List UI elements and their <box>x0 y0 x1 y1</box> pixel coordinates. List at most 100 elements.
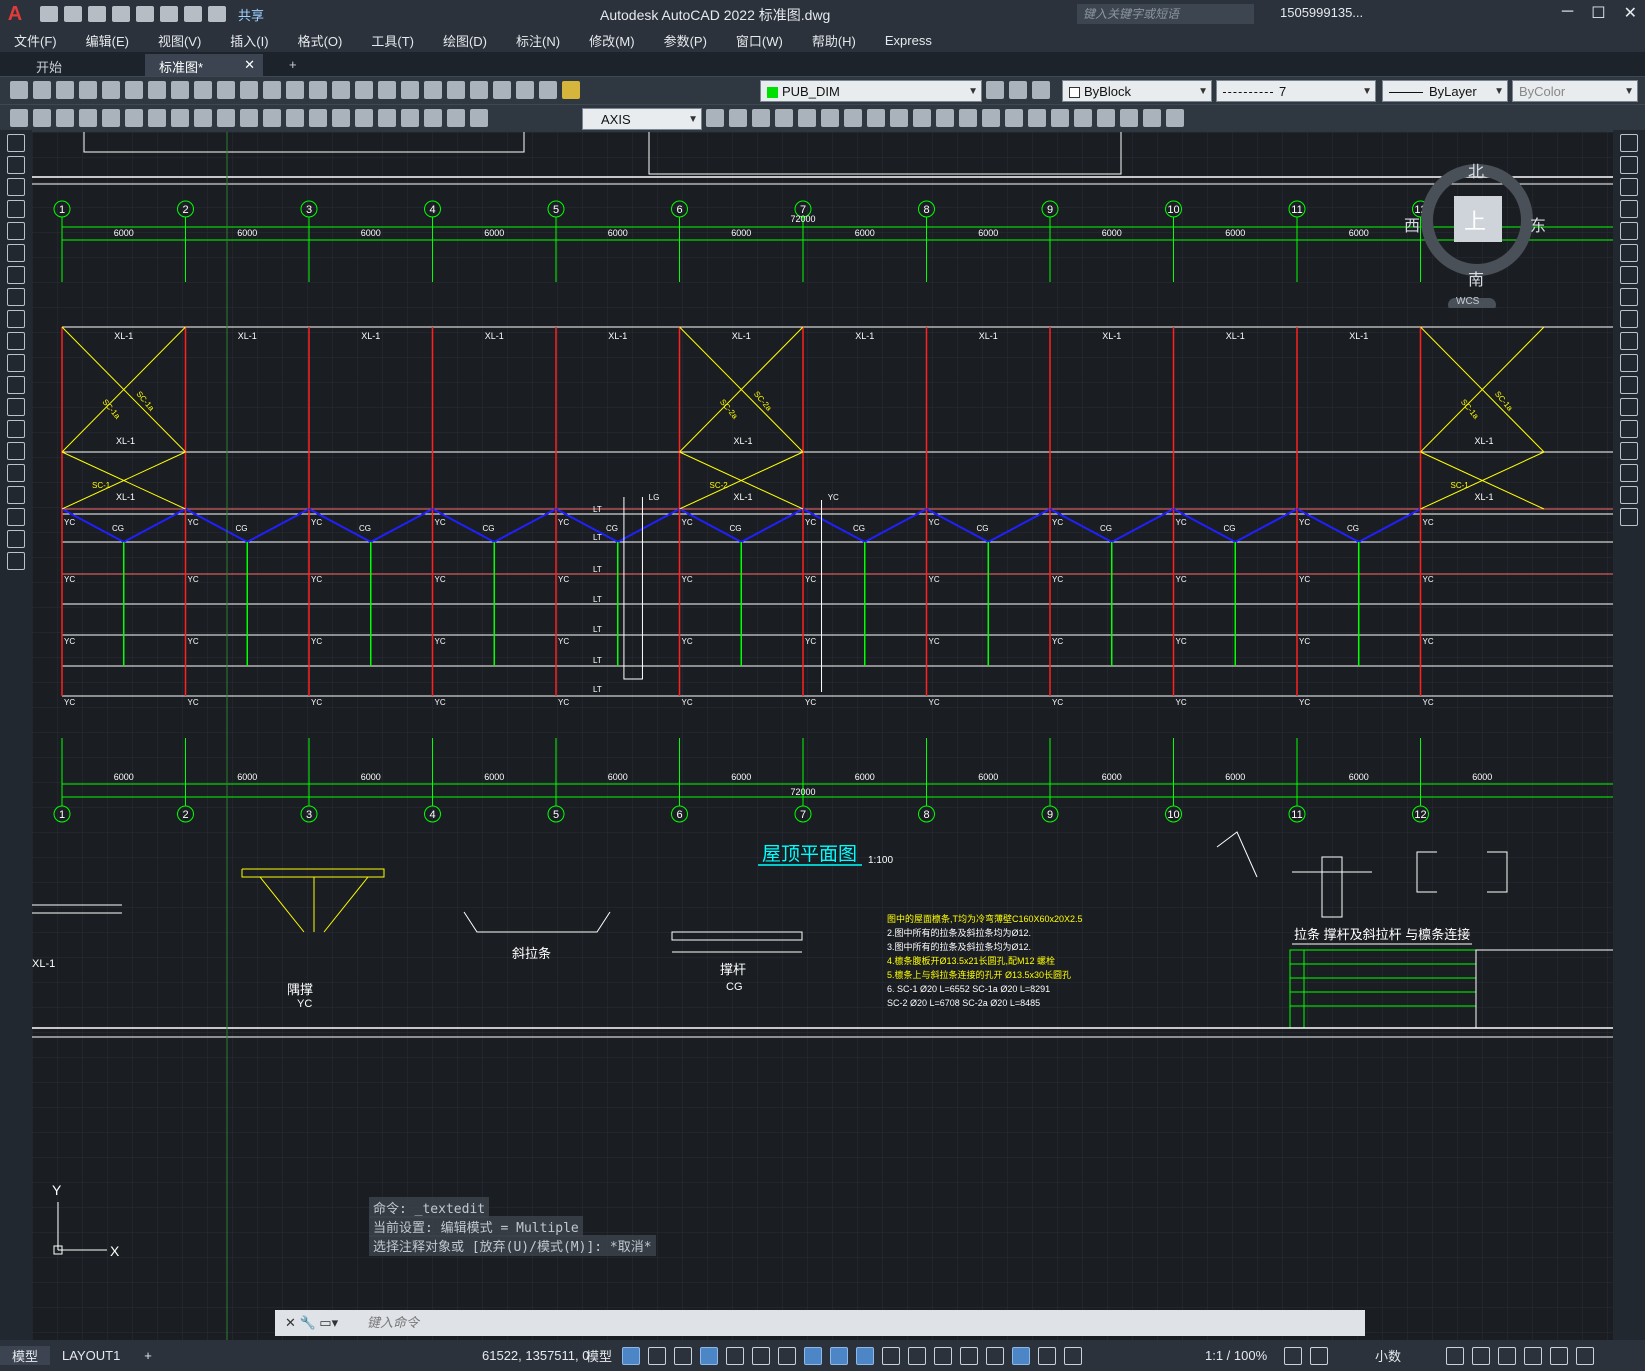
preview-icon[interactable] <box>102 81 120 99</box>
tab-layout1[interactable]: LAYOUT1 <box>50 1348 132 1363</box>
draworder-icon[interactable] <box>10 109 28 127</box>
viewcube-south[interactable]: 南 <box>1468 266 1484 290</box>
markup-icon[interactable] <box>493 81 511 99</box>
graphics-performance-icon[interactable] <box>1524 1346 1542 1365</box>
make-block-icon[interactable] <box>7 398 25 416</box>
menu-file[interactable]: 文件(F) <box>14 31 57 50</box>
group-icon[interactable] <box>33 109 51 127</box>
rotate-icon[interactable] <box>1620 266 1638 284</box>
viewcube-east[interactable]: 东 <box>1530 212 1546 236</box>
menu-draw[interactable]: 绘图(D) <box>443 31 487 50</box>
ungroup-icon[interactable] <box>56 109 74 127</box>
menu-edit[interactable]: 编辑(E) <box>86 31 129 50</box>
units-dropdown[interactable]: 小数 <box>1375 1346 1401 1365</box>
lineweight-dropdown[interactable]: ByLayer ▼ <box>1382 80 1508 102</box>
design-center-icon[interactable] <box>424 81 442 99</box>
erase-icon[interactable] <box>1620 134 1638 152</box>
tab-start[interactable]: 开始 <box>22 54 76 76</box>
table-icon[interactable] <box>7 508 25 526</box>
dynamic-ucs-icon[interactable] <box>934 1346 952 1365</box>
search-input[interactable]: 键入关键字或短语 <box>1077 4 1254 24</box>
command-line[interactable]: ✕ 🔧 ▭▾ 键入命令 <box>275 1310 1365 1336</box>
user-account[interactable]: 1505999135... <box>1280 5 1363 20</box>
snap-icon[interactable] <box>648 1346 666 1365</box>
ellipse-icon[interactable] <box>7 332 25 350</box>
make-current-icon[interactable] <box>1009 81 1027 99</box>
explode-icon[interactable] <box>1620 508 1638 526</box>
new-icon[interactable] <box>40 6 58 22</box>
drawing-svg[interactable]: 1 6000 2 6000 3 6000 4 6000 5 6000 6 6000 7 6000 8 6000… <box>32 132 1613 1340</box>
otrack-icon[interactable] <box>778 1346 796 1365</box>
isolate-objects-icon[interactable] <box>1498 1346 1516 1365</box>
modify-13-icon[interactable] <box>1005 109 1023 127</box>
selection-cycling-icon[interactable] <box>882 1346 900 1365</box>
viewcube-north[interactable]: 北 <box>1468 158 1484 182</box>
menu-window[interactable]: 窗口(W) <box>736 31 783 50</box>
modify-8-icon[interactable] <box>890 109 908 127</box>
open-icon[interactable] <box>33 81 51 99</box>
add-selected-icon[interactable] <box>7 552 25 570</box>
annotation-scale[interactable]: 1:1 / 100% <box>1205 1348 1267 1363</box>
plotstyle-dropdown[interactable]: ByColor ▼ <box>1512 80 1638 102</box>
menu-insert[interactable]: 插入(I) <box>230 31 268 50</box>
angular-dim-icon[interactable] <box>240 109 258 127</box>
new-tab-icon[interactable]: + <box>275 54 311 76</box>
break-point-icon[interactable] <box>1620 376 1638 394</box>
modify-18-icon[interactable] <box>1120 109 1138 127</box>
modify-17-icon[interactable] <box>1097 109 1115 127</box>
stretch-icon[interactable] <box>1620 310 1638 328</box>
scale-icon[interactable] <box>1620 288 1638 306</box>
tool-palettes-icon[interactable] <box>447 81 465 99</box>
lock-ui-icon[interactable] <box>1472 1346 1490 1365</box>
modify-19-icon[interactable] <box>1143 109 1161 127</box>
web-mobile-icon[interactable] <box>136 6 154 22</box>
modify-10-icon[interactable] <box>936 109 954 127</box>
save-as-icon[interactable] <box>112 6 130 22</box>
modify-7-icon[interactable] <box>867 109 885 127</box>
modify-16-icon[interactable] <box>1074 109 1092 127</box>
open-icon[interactable] <box>64 6 82 22</box>
menu-parametric[interactable]: 参数(P) <box>664 31 707 50</box>
radius-dim-icon[interactable] <box>171 109 189 127</box>
aligned-dim-icon[interactable] <box>102 109 120 127</box>
dim-style-manager-icon[interactable] <box>706 109 724 127</box>
menu-express[interactable]: Express <box>885 33 932 48</box>
menu-view[interactable]: 视图(V) <box>158 31 201 50</box>
transparency-icon[interactable] <box>856 1346 874 1365</box>
lineweight-icon[interactable] <box>830 1346 848 1365</box>
tolerance-icon[interactable] <box>355 109 373 127</box>
continue-icon[interactable] <box>309 109 327 127</box>
save-icon[interactable] <box>88 6 106 22</box>
viewcube-west[interactable]: 西 <box>1404 212 1420 236</box>
match-properties-icon[interactable] <box>217 81 235 99</box>
grid-icon[interactable] <box>622 1346 640 1365</box>
tab-close-icon[interactable]: ✕ <box>244 57 255 73</box>
linetype-dropdown[interactable]: 7 ▼ <box>1216 80 1376 102</box>
dim-space-icon[interactable] <box>332 109 350 127</box>
modify-9-icon[interactable] <box>913 109 931 127</box>
color-dropdown[interactable]: ByBlock ▼ <box>1062 80 1212 102</box>
offset-icon[interactable] <box>1620 200 1638 218</box>
add-layout-icon[interactable]: + <box>132 1348 164 1363</box>
rectangle-icon[interactable] <box>7 222 25 240</box>
hatch-icon[interactable] <box>7 442 25 460</box>
undo-icon[interactable] <box>263 81 281 99</box>
ellipse-arc-icon[interactable] <box>7 354 25 372</box>
zoom-realtime-icon[interactable] <box>332 81 350 99</box>
baseline-icon[interactable] <box>286 109 304 127</box>
modify-4-icon[interactable] <box>798 109 816 127</box>
break-icon[interactable] <box>1620 398 1638 416</box>
annotation-scale-icon[interactable] <box>1064 1346 1082 1365</box>
modify-20-icon[interactable] <box>1166 109 1184 127</box>
modify-12-icon[interactable] <box>982 109 1000 127</box>
undo-icon[interactable] <box>184 6 202 22</box>
center-mark-icon[interactable] <box>378 109 396 127</box>
annotation-monitor-icon[interactable] <box>1310 1346 1328 1365</box>
dim-update-icon[interactable] <box>470 109 488 127</box>
minimize-icon[interactable]: ─ <box>1562 3 1573 23</box>
save-icon[interactable] <box>56 81 74 99</box>
polygon-icon[interactable] <box>7 200 25 218</box>
spline-icon[interactable] <box>7 310 25 328</box>
ordinate-dim-icon[interactable] <box>148 109 166 127</box>
layer-properties-icon[interactable] <box>986 81 1004 99</box>
